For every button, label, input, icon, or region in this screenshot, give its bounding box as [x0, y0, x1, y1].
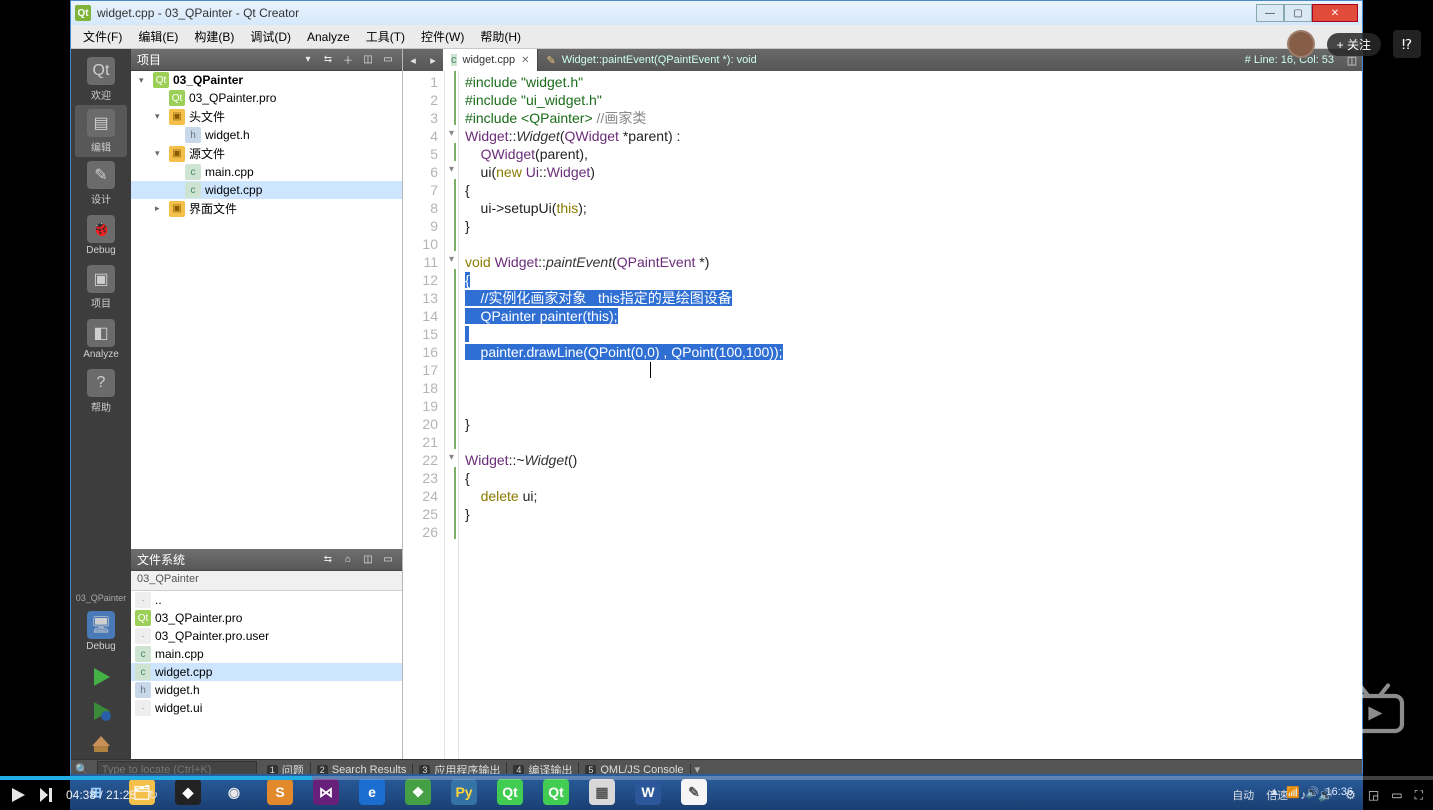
fullscreen-button[interactable]: ⛶ — [1415, 788, 1423, 803]
video-controls: 04:38 / 21:25 ↻ 自动 倍速 ♪ 🔊 ⚙ ◲ ▭ ⛶ — [0, 780, 1433, 810]
editor-area: ◂ ▸ c widget.cpp ✕ ✎ Widget::paintEvent(… — [403, 49, 1362, 759]
play-button[interactable] — [10, 787, 26, 803]
loop-button[interactable]: ↻ — [148, 788, 158, 802]
mode-欢迎[interactable]: Qt欢迎 — [75, 53, 127, 105]
sync-icon[interactable]: ⇆ — [320, 52, 336, 68]
kit-target-label: 03_QPainter — [76, 593, 127, 603]
mode-Debug[interactable]: 🐞Debug — [75, 209, 127, 261]
fs-split-icon[interactable]: ◫ — [360, 552, 376, 568]
volume-button[interactable]: 🔊 — [1318, 788, 1333, 802]
mode-Analyze[interactable]: ◧Analyze — [75, 313, 127, 365]
filesystem-panel-title: 文件系统 — [137, 551, 316, 568]
editor-tabstrip: ◂ ▸ c widget.cpp ✕ ✎ Widget::paintEvent(… — [403, 49, 1362, 71]
menu-item[interactable]: 文件(F) — [77, 26, 128, 47]
code-editor[interactable]: 1234567891011121314151617181920212223242… — [403, 71, 1362, 759]
close-tab-icon[interactable]: ✕ — [521, 55, 529, 66]
menu-item[interactable]: 编辑(E) — [132, 26, 184, 47]
uploader-avatar[interactable] — [1287, 30, 1315, 58]
tree-item[interactable]: ▾▣头文件 — [131, 107, 402, 126]
menu-item[interactable]: Analyze — [301, 28, 356, 46]
qt-creator-window: Qt widget.cpp - 03_QPainter - Qt Creator… — [70, 0, 1363, 780]
qt-app-icon: Qt — [75, 5, 91, 21]
tree-item[interactable]: ▾▣源文件 — [131, 144, 402, 163]
pip-button[interactable]: ◲ — [1368, 788, 1379, 802]
filesystem-panel-header: 文件系统 ⇆ ⌂ ◫ ▭ — [131, 549, 402, 571]
quality-label[interactable]: 自动 — [1232, 787, 1254, 803]
filter-icon[interactable]: ▾ — [300, 52, 316, 68]
project-panel-title: 项目 — [137, 51, 296, 68]
mode-编辑[interactable]: ▤编辑 — [75, 105, 127, 157]
widescreen-button[interactable]: ▭ — [1391, 788, 1402, 802]
mode-selector: Qt欢迎▤编辑✎设计🐞Debug▣项目◧Analyze?帮助 03_QPaint… — [71, 49, 131, 759]
fs-home-icon[interactable]: ⌂ — [340, 552, 356, 568]
run-button[interactable] — [83, 663, 119, 691]
run-debug-button[interactable] — [83, 697, 119, 725]
tree-item[interactable]: Qt03_QPainter.pro — [131, 89, 402, 107]
next-button[interactable] — [38, 787, 54, 803]
cpp-file-icon: c — [451, 54, 457, 66]
menu-item[interactable]: 构建(B) — [188, 26, 240, 47]
menu-item[interactable]: 控件(W) — [415, 26, 470, 47]
fs-sync-icon[interactable]: ⇆ — [320, 552, 336, 568]
filesystem-path[interactable]: 03_QPainter — [131, 571, 402, 591]
close-button[interactable]: ✕ — [1312, 4, 1358, 22]
fs-item[interactable]: Qt03_QPainter.pro — [131, 609, 402, 627]
fs-item[interactable]: ·.. — [131, 591, 402, 609]
subtitle-button[interactable]: ♪ — [1300, 788, 1306, 802]
fs-item[interactable]: cmain.cpp — [131, 645, 402, 663]
speed-label[interactable]: 倍速 — [1266, 787, 1288, 803]
tree-item[interactable]: cwidget.cpp — [131, 181, 402, 199]
filesystem-list[interactable]: ·..Qt03_QPainter.pro·03_QPainter.pro.use… — [131, 591, 402, 759]
fs-item[interactable]: ·03_QPainter.pro.user — [131, 627, 402, 645]
menu-item[interactable]: 调试(D) — [244, 26, 297, 47]
project-tree[interactable]: ▾Qt03_QPainterQt03_QPainter.pro▾▣头文件hwid… — [131, 71, 402, 549]
kit-selector[interactable]: 🖥Debug — [75, 605, 127, 657]
tree-item[interactable]: hwidget.h — [131, 126, 402, 144]
mode-设计[interactable]: ✎设计 — [75, 157, 127, 209]
fs-item[interactable]: cwidget.cpp — [131, 663, 402, 681]
menubar: 文件(F)编辑(E)构建(B)调试(D)Analyze工具(T)控件(W)帮助(… — [71, 25, 1362, 49]
menu-item[interactable]: 工具(T) — [360, 26, 411, 47]
mode-帮助[interactable]: ?帮助 — [75, 365, 127, 417]
symbol-breadcrumb[interactable]: ✎ Widget::paintEvent(QPaintEvent *): voi… — [538, 49, 1236, 71]
follow-button[interactable]: + 关注 — [1327, 33, 1381, 56]
split-icon[interactable]: ◫ — [360, 52, 376, 68]
tree-item[interactable]: cmain.cpp — [131, 163, 402, 181]
project-panel-header: 项目 ▾ ⇆ ＋ ◫ ▭ — [131, 49, 402, 71]
fs-collapse-icon[interactable]: ▭ — [380, 552, 396, 568]
minimize-button[interactable]: — — [1256, 4, 1284, 22]
tab-history-fwd[interactable]: ▸ — [423, 49, 443, 71]
video-time: 04:38 / 21:25 — [66, 788, 136, 802]
editor-tab-widget-cpp[interactable]: c widget.cpp ✕ — [443, 49, 538, 71]
mode-项目[interactable]: ▣项目 — [75, 261, 127, 313]
window-title: widget.cpp - 03_QPainter - Qt Creator — [97, 6, 299, 20]
bilibili-logo-icon[interactable] — [1339, 682, 1409, 738]
fs-item[interactable]: hwidget.h — [131, 681, 402, 699]
editor-tab-label: widget.cpp — [463, 54, 516, 66]
add-icon[interactable]: ＋ — [340, 52, 356, 68]
tree-item[interactable]: ▸▣界面文件 — [131, 199, 402, 218]
tab-history-back[interactable]: ◂ — [403, 49, 423, 71]
maximize-button[interactable]: ▢ — [1284, 4, 1312, 22]
build-button[interactable] — [83, 731, 119, 759]
collapse-icon[interactable]: ▭ — [380, 52, 396, 68]
feedback-button[interactable]: ⁉ — [1393, 30, 1421, 58]
tree-item[interactable]: ▾Qt03_QPainter — [131, 71, 402, 89]
menu-item[interactable]: 帮助(H) — [474, 26, 527, 47]
settings-button[interactable]: ⚙ — [1345, 788, 1356, 802]
titlebar: Qt widget.cpp - 03_QPainter - Qt Creator… — [71, 1, 1362, 25]
fs-item[interactable]: ·widget.ui — [131, 699, 402, 717]
